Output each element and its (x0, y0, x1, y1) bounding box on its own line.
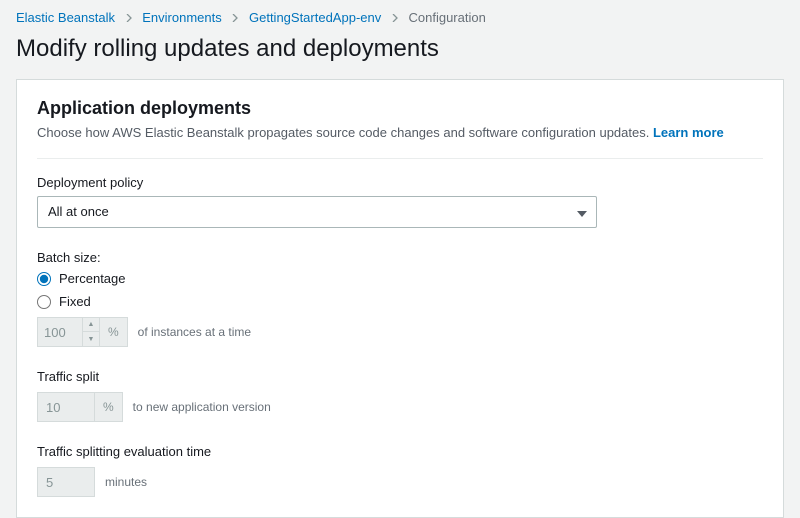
deployment-policy-field: Deployment policy All at once (37, 175, 763, 228)
batch-size-label: Batch size: (37, 250, 763, 265)
breadcrumb-link-environments[interactable]: Environments (142, 10, 221, 25)
breadcrumb: Elastic Beanstalk Environments GettingSt… (0, 0, 800, 31)
radio-fixed[interactable]: Fixed (37, 294, 763, 309)
radio-fixed-input[interactable] (37, 295, 51, 309)
batch-size-hint: of instances at a time (138, 325, 251, 339)
breadcrumb-current: Configuration (408, 10, 485, 25)
section-description: Choose how AWS Elastic Beanstalk propaga… (37, 125, 763, 140)
evaluation-time-hint: minutes (105, 475, 147, 489)
deployments-panel: Application deployments Choose how AWS E… (16, 79, 784, 518)
batch-size-stepper[interactable]: ▲ ▼ (37, 317, 100, 347)
traffic-split-input[interactable] (37, 392, 95, 422)
radio-percentage-input[interactable] (37, 272, 51, 286)
chevron-right-icon (231, 10, 239, 25)
chevron-right-icon (391, 10, 399, 25)
breadcrumb-link-env-name[interactable]: GettingStartedApp-env (249, 10, 381, 25)
batch-size-radio-group: Percentage Fixed (37, 271, 763, 309)
deployment-policy-label: Deployment policy (37, 175, 763, 190)
radio-percentage[interactable]: Percentage (37, 271, 763, 286)
traffic-split-label: Traffic split (37, 369, 763, 384)
radio-fixed-label: Fixed (59, 294, 91, 309)
stepper-up-icon[interactable]: ▲ (83, 318, 99, 332)
chevron-right-icon (125, 10, 133, 25)
batch-size-field: Batch size: Percentage Fixed ▲ ▼ % of in… (37, 250, 763, 347)
section-description-text: Choose how AWS Elastic Beanstalk propaga… (37, 125, 649, 140)
traffic-split-hint: to new application version (133, 400, 271, 414)
evaluation-time-field: Traffic splitting evaluation time minute… (37, 444, 763, 497)
deployment-policy-select[interactable]: All at once (37, 196, 597, 228)
section-title: Application deployments (37, 98, 763, 119)
batch-size-input[interactable] (38, 321, 82, 344)
evaluation-time-input-row: minutes (37, 467, 763, 497)
page-title: Modify rolling updates and deployments (0, 31, 800, 79)
stepper-down-icon[interactable]: ▼ (83, 332, 99, 346)
stepper-buttons: ▲ ▼ (82, 318, 99, 346)
radio-percentage-label: Percentage (59, 271, 126, 286)
batch-size-input-row: ▲ ▼ % of instances at a time (37, 317, 763, 347)
evaluation-time-label: Traffic splitting evaluation time (37, 444, 763, 459)
deployment-policy-value[interactable]: All at once (37, 196, 597, 228)
traffic-split-input-row: % to new application version (37, 392, 763, 422)
batch-size-unit: % (100, 317, 128, 347)
evaluation-time-input[interactable] (37, 467, 95, 497)
traffic-split-unit: % (94, 392, 123, 422)
learn-more-link[interactable]: Learn more (653, 125, 724, 140)
breadcrumb-link-root[interactable]: Elastic Beanstalk (16, 10, 115, 25)
traffic-split-field: Traffic split % to new application versi… (37, 369, 763, 422)
divider (37, 158, 763, 159)
